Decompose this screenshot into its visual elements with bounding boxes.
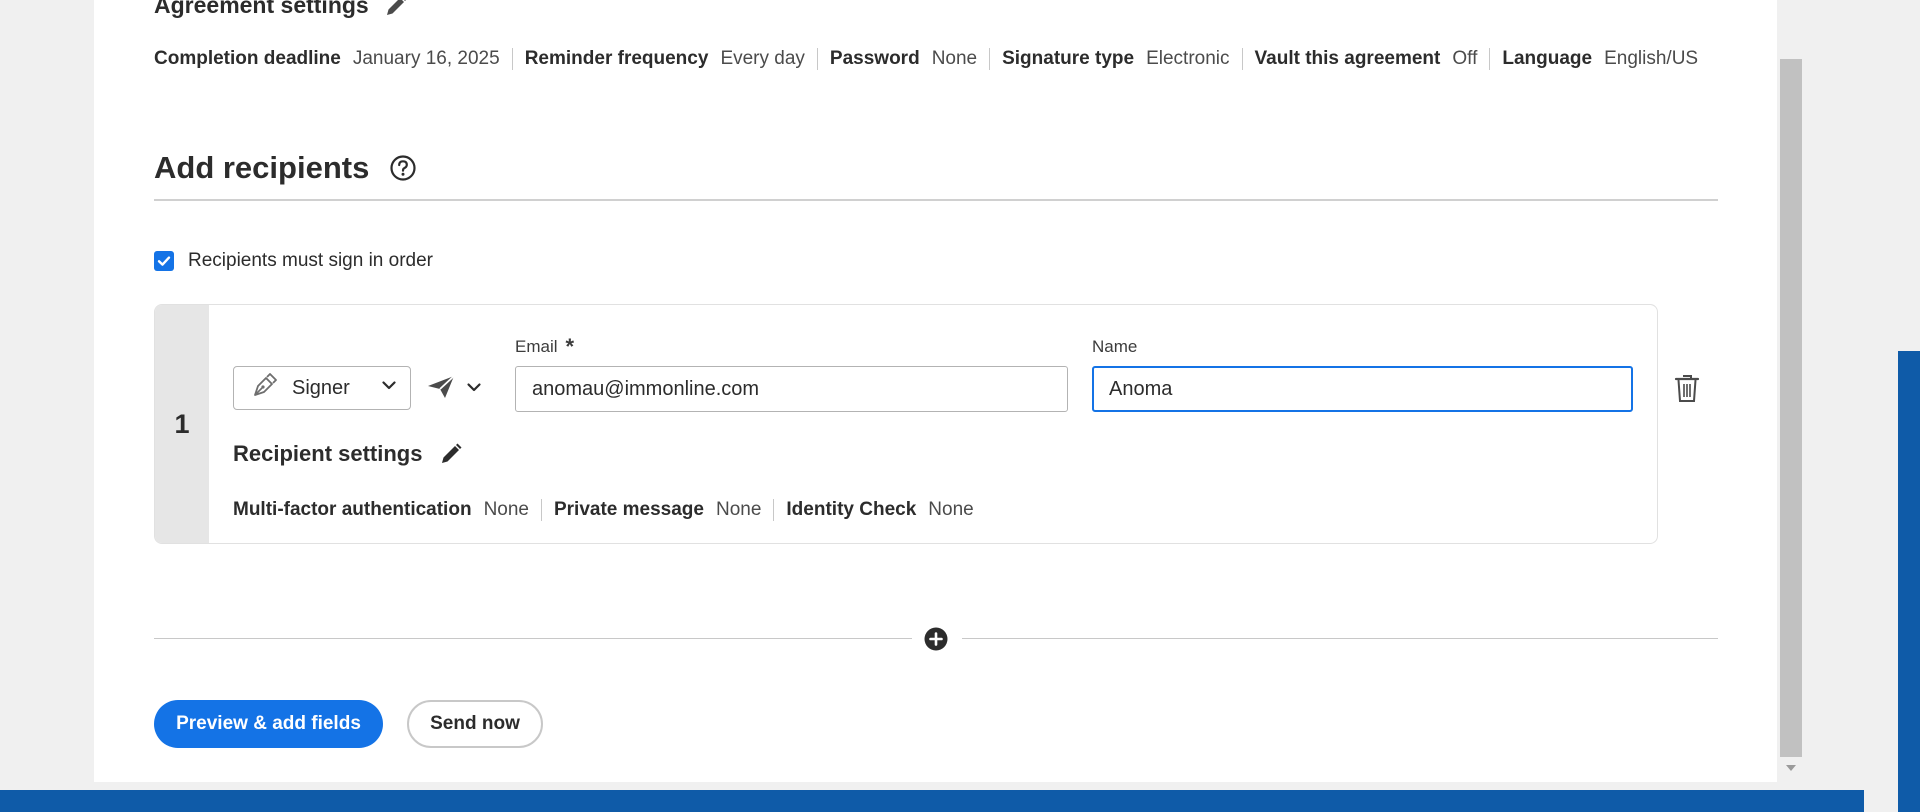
agreement-settings-title: Agreement settings bbox=[154, 0, 409, 19]
setting-password: Password None bbox=[816, 48, 989, 70]
edit-recipient-pencil-icon[interactable] bbox=[438, 441, 464, 467]
setting-label: Identity Check bbox=[786, 499, 917, 520]
setting-value: None bbox=[928, 499, 974, 520]
add-recipients-title: Add recipients bbox=[154, 150, 370, 185]
setting-reminder-frequency: Reminder frequency Every day bbox=[511, 48, 817, 70]
email-input[interactable] bbox=[515, 366, 1068, 412]
recipient-settings-title-text: Recipient settings bbox=[233, 441, 423, 466]
add-recipient-divider-left bbox=[154, 638, 912, 639]
fountain-pen-icon bbox=[252, 372, 278, 404]
edit-agreement-pencil-icon[interactable] bbox=[383, 0, 409, 19]
email-field-label: Email * bbox=[515, 334, 575, 359]
bottom-brand-bar bbox=[0, 790, 1864, 812]
section-divider bbox=[154, 199, 1718, 201]
recipient-role-value: Signer bbox=[292, 376, 350, 399]
name-input[interactable] bbox=[1092, 366, 1633, 412]
preview-add-fields-button[interactable]: Preview & add fields bbox=[154, 700, 383, 748]
chevron-down-icon bbox=[465, 378, 483, 401]
paper-plane-icon bbox=[427, 375, 455, 404]
setting-label: Completion deadline bbox=[154, 48, 341, 69]
agreement-settings-title-text: Agreement settings bbox=[154, 0, 369, 18]
chevron-down-icon bbox=[380, 376, 398, 400]
setting-completion-deadline: Completion deadline January 16, 2025 bbox=[154, 48, 512, 70]
email-label-text: Email bbox=[515, 337, 558, 356]
setting-value: English/US bbox=[1604, 48, 1699, 69]
sign-in-order-label: Recipients must sign in order bbox=[188, 250, 433, 271]
trash-icon[interactable] bbox=[1674, 373, 1700, 408]
recipient-role-select[interactable]: Signer bbox=[233, 366, 411, 410]
setting-value: None bbox=[483, 499, 529, 520]
setting-label: Multi-factor authentication bbox=[233, 499, 472, 520]
add-recipient-divider-right bbox=[962, 638, 1718, 639]
setting-value: Every day bbox=[720, 48, 805, 69]
setting-label: Reminder frequency bbox=[524, 48, 709, 69]
setting-value: Electronic bbox=[1146, 48, 1230, 69]
setting-label: Language bbox=[1502, 48, 1593, 69]
recipient-settings-row: Multi-factor authentication None Private… bbox=[233, 499, 986, 521]
recipient-card: 1 Signer Email * Name bbox=[154, 304, 1658, 544]
delivery-method-menu[interactable] bbox=[427, 375, 483, 404]
setting-value: None bbox=[715, 499, 762, 520]
scroll-down-arrow-icon[interactable] bbox=[1780, 760, 1802, 776]
add-recipient-plus-icon[interactable] bbox=[924, 627, 948, 656]
setting-label: Signature type bbox=[1002, 48, 1135, 69]
setting-label: Vault this agreement bbox=[1254, 48, 1441, 69]
recipient-order-number: 1 bbox=[155, 305, 209, 543]
setting-signature-type: Signature type Electronic bbox=[989, 48, 1241, 70]
setting-value: None bbox=[931, 48, 978, 69]
recipient-settings-title: Recipient settings bbox=[233, 441, 464, 467]
setting-language: Language English/US bbox=[1489, 48, 1710, 70]
setting-mfa: Multi-factor authentication None bbox=[233, 499, 541, 521]
side-brand-strip bbox=[1898, 351, 1920, 812]
help-circle-icon[interactable] bbox=[389, 154, 417, 182]
setting-label: Password bbox=[829, 48, 920, 69]
agreement-panel: Agreement settings Completion deadline J… bbox=[94, 0, 1777, 782]
name-field-label: Name bbox=[1092, 337, 1137, 357]
setting-vault-agreement: Vault this agreement Off bbox=[1241, 48, 1490, 70]
setting-label: Private message bbox=[553, 499, 704, 520]
setting-value: January 16, 2025 bbox=[352, 48, 500, 69]
scrollbar-thumb[interactable] bbox=[1780, 59, 1802, 757]
agreement-settings-row: Completion deadline January 16, 2025 Rem… bbox=[154, 48, 1710, 70]
sign-in-order-option[interactable]: Recipients must sign in order bbox=[154, 250, 433, 272]
required-asterisk: * bbox=[565, 334, 575, 359]
setting-private-message: Private message None bbox=[540, 499, 773, 521]
sign-in-order-checkbox[interactable] bbox=[154, 251, 174, 271]
setting-value: Off bbox=[1452, 48, 1478, 69]
setting-identity-check: Identity Check None bbox=[773, 499, 985, 521]
send-now-button[interactable]: Send now bbox=[407, 700, 543, 748]
name-label-text: Name bbox=[1092, 337, 1138, 356]
add-recipients-heading: Add recipients bbox=[154, 150, 417, 186]
